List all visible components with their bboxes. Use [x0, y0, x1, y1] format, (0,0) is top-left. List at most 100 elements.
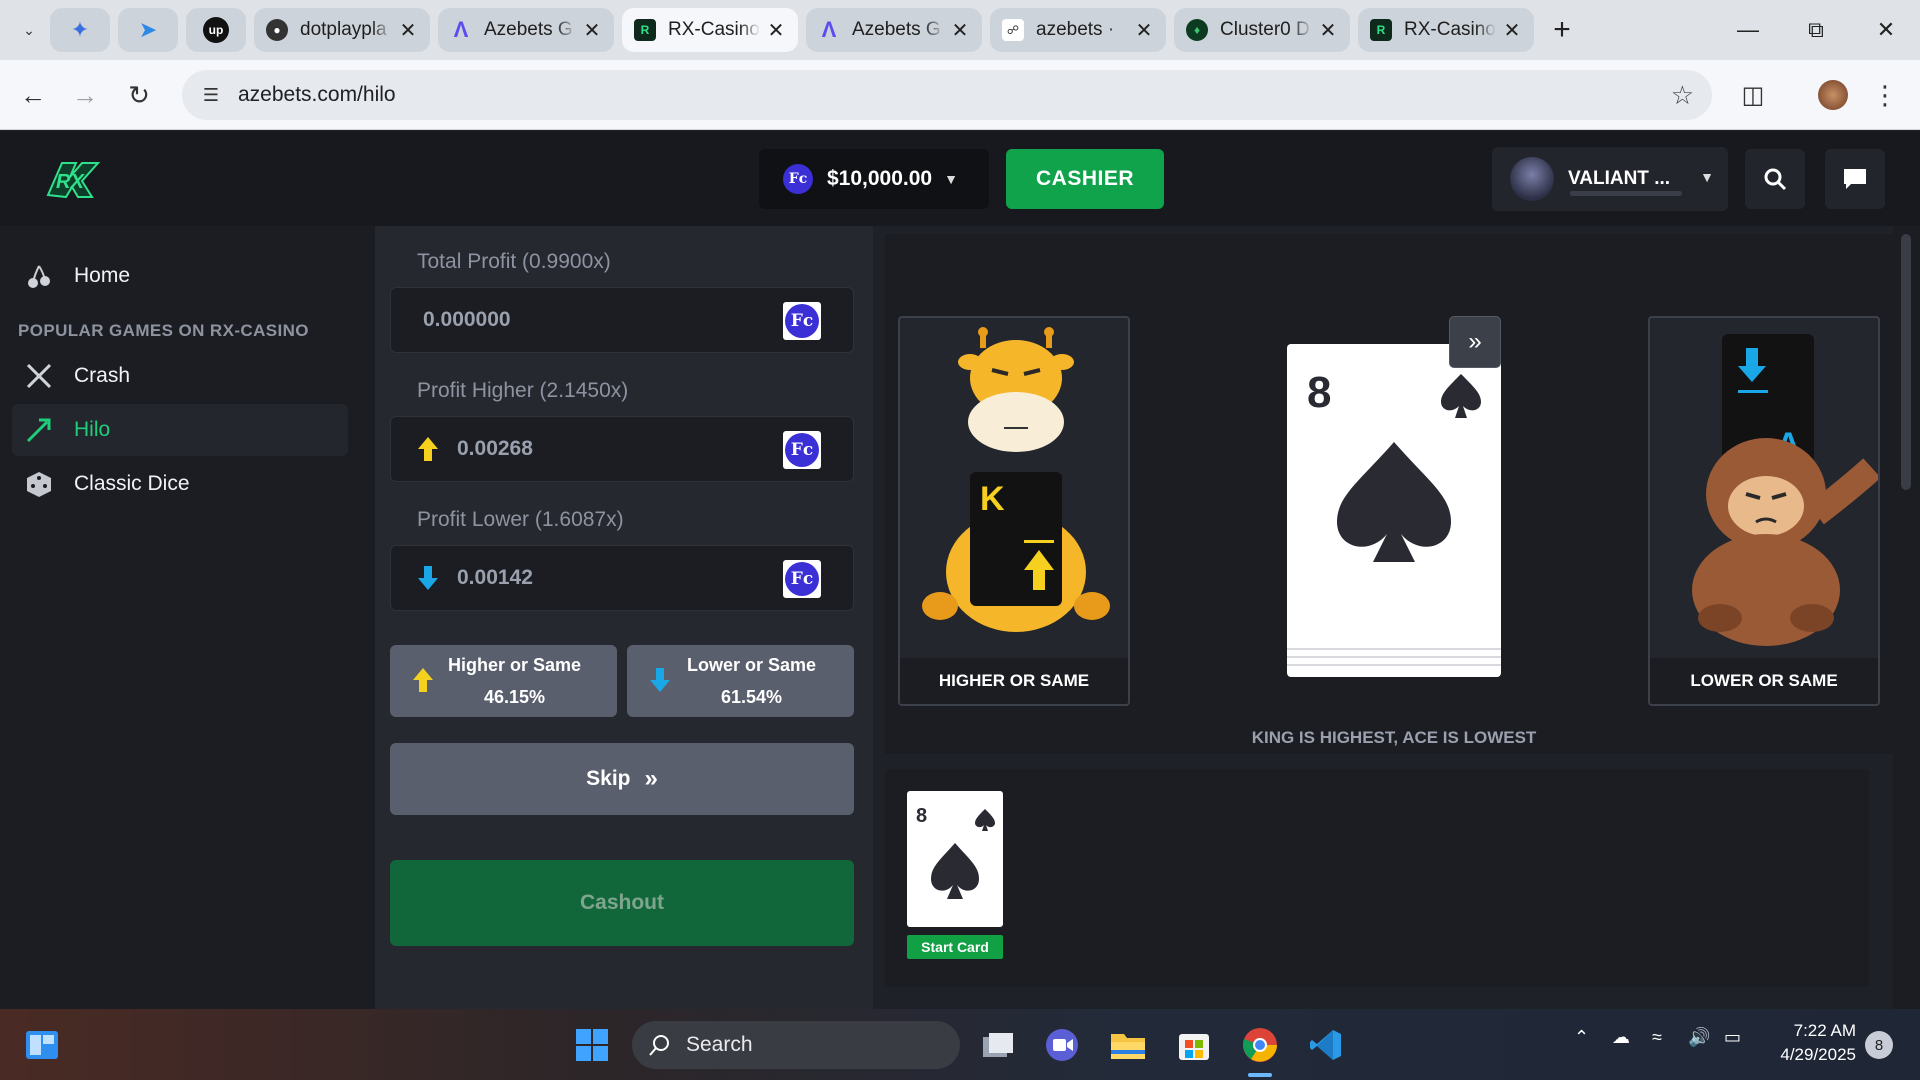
- sidebar: Home POPULAR GAMES ON RX-CASINO Crash Hi…: [0, 226, 375, 1009]
- tab-gemini[interactable]: ✦: [50, 8, 110, 52]
- close-tab-icon[interactable]: ✕: [1502, 18, 1522, 43]
- higher-or-same-button[interactable]: Higher or Same 46.15%: [390, 645, 617, 717]
- tab-azebets-3[interactable]: ☍ azebets · ✕: [990, 8, 1166, 52]
- sidebar-item-crash[interactable]: Crash: [12, 350, 348, 402]
- vscode-icon[interactable]: [1304, 1023, 1348, 1067]
- profit-higher-field: 0.00268 Fc: [390, 416, 854, 482]
- minimize-button[interactable]: —: [1714, 0, 1782, 60]
- skip-button[interactable]: Skip »: [390, 743, 854, 815]
- sidebar-item-label: Home: [74, 264, 131, 287]
- azebets-icon: Λ: [821, 17, 837, 42]
- show-hidden-icons-icon[interactable]: ⌃: [1574, 1027, 1589, 1048]
- clock[interactable]: 7:22 AM 4/29/2025: [1770, 1019, 1856, 1067]
- skip-label: Skip: [586, 767, 631, 790]
- spade-suit-icon: [931, 809, 995, 899]
- tab-search-chevron-icon[interactable]: ⌄: [16, 17, 42, 43]
- close-window-button[interactable]: ✕: [1852, 0, 1920, 60]
- clock-time: 7:22 AM: [1793, 1021, 1856, 1040]
- cherries-icon: [24, 261, 54, 291]
- tab-bird[interactable]: ➤: [118, 8, 178, 52]
- scrollbar-thumb[interactable]: [1901, 234, 1911, 490]
- chat-icon: [1844, 169, 1866, 189]
- sidebar-item-hilo[interactable]: Hilo: [12, 404, 348, 456]
- clock-date: 4/29/2025: [1780, 1045, 1856, 1064]
- tab-mongodb[interactable]: ♦ Cluster0 D ✕: [1174, 8, 1350, 52]
- windows-start-icon[interactable]: [570, 1023, 614, 1067]
- active-app-indicator: [1248, 1073, 1272, 1077]
- browser-tab-strip: ⌄ ✦ ➤ up ● dotplaypla ✕ Λ Azebets G ✕ R …: [0, 0, 1920, 60]
- browser-menu-icon[interactable]: ⋮: [1866, 76, 1904, 114]
- upwork-icon: up: [203, 17, 229, 43]
- task-view-icon[interactable]: [976, 1023, 1020, 1067]
- tab-upwork[interactable]: up: [186, 8, 246, 52]
- balance-selector[interactable]: Fc $10,000.00 ▼: [759, 149, 989, 209]
- history-card: 8: [907, 791, 1003, 927]
- tab-title: Azebets G: [852, 19, 941, 40]
- sidebar-item-classic-dice[interactable]: Classic Dice: [12, 458, 348, 510]
- svg-text:K: K: [980, 480, 1005, 518]
- windows-taskbar: Search ⌃ ☁ ≈ 🔊 ▭ 7:22 AM 4/29/2025 8: [0, 1009, 1920, 1080]
- chat-button[interactable]: [1825, 149, 1885, 209]
- skip-card-button[interactable]: »: [1449, 316, 1501, 368]
- search-icon: [1764, 168, 1787, 191]
- file-explorer-icon[interactable]: [1106, 1023, 1150, 1067]
- chrome-icon[interactable]: [1238, 1023, 1282, 1077]
- volume-icon[interactable]: 🔊: [1688, 1027, 1710, 1048]
- chevron-down-icon: ▼: [944, 171, 958, 187]
- close-tab-icon[interactable]: ✕: [1318, 18, 1338, 43]
- extensions-icon[interactable]: ◫: [1734, 76, 1772, 114]
- restore-button[interactable]: ⧉: [1782, 0, 1850, 60]
- taskbar-search[interactable]: Search: [632, 1021, 960, 1069]
- section-title: POPULAR GAMES ON RX-CASINO: [18, 321, 309, 340]
- tab-azebets-1[interactable]: Λ Azebets G ✕: [438, 8, 614, 52]
- lower-or-same-button[interactable]: Lower or Same 61.54%: [627, 645, 854, 717]
- mongodb-icon: ♦: [1186, 19, 1208, 41]
- arrow-down-icon: [418, 566, 438, 590]
- site-settings-icon[interactable]: ☰: [194, 78, 228, 112]
- total-profit-field: 0.000000 Fc: [390, 287, 854, 353]
- sidebar-item-home[interactable]: Home: [12, 250, 348, 302]
- current-card: 8: [1287, 344, 1501, 677]
- omnibox[interactable]: ☰ azebets.com/hilo ☆: [182, 70, 1712, 120]
- user-menu[interactable]: VALIANT ... ▼: [1492, 147, 1728, 211]
- close-tab-icon[interactable]: ✕: [582, 18, 602, 43]
- cashout-button[interactable]: Cashout: [390, 860, 854, 946]
- url-text[interactable]: azebets.com/hilo: [238, 83, 396, 107]
- search-button[interactable]: [1745, 149, 1805, 209]
- profile-avatar[interactable]: [1814, 76, 1852, 114]
- hilo-game-area: K HIGHER OR SAME 8 » KING IS HIGHEST, AC…: [873, 226, 1893, 1009]
- cashier-button[interactable]: CASHIER: [1006, 149, 1164, 209]
- reload-button[interactable]: ↻: [120, 76, 158, 114]
- giraffe-mascot-icon: K: [922, 327, 1110, 632]
- bookmark-star-icon[interactable]: ☆: [1671, 80, 1694, 111]
- lower-or-same-card[interactable]: A LOWER OR SAME: [1648, 316, 1880, 706]
- microsoft-store-icon[interactable]: [1172, 1023, 1216, 1067]
- link-icon: ☍: [1002, 19, 1024, 41]
- tab-rx-casino-active[interactable]: R RX-Casino ✕: [622, 8, 798, 52]
- page-scrollbar[interactable]: [1893, 226, 1920, 1009]
- profit-lower-value: 0.00142: [457, 566, 533, 589]
- onedrive-icon[interactable]: ☁: [1612, 1027, 1630, 1048]
- wifi-icon[interactable]: ≈: [1652, 1027, 1662, 1048]
- higher-or-same-card[interactable]: K HIGHER OR SAME: [898, 316, 1130, 706]
- rx-logo[interactable]: RX: [42, 155, 104, 205]
- battery-icon[interactable]: ▭: [1724, 1027, 1741, 1048]
- site-header: RX Fc $10,000.00 ▼ CASHIER VALIANT ... ▼: [0, 131, 1920, 226]
- address-bar: ← → ↻ ☰ azebets.com/hilo ☆ ◫ ⋮: [0, 60, 1920, 130]
- close-tab-icon[interactable]: ✕: [398, 18, 418, 43]
- tab-github[interactable]: ● dotplaypla ✕: [254, 8, 430, 52]
- fc-currency-icon: Fc: [783, 164, 813, 194]
- forward-button[interactable]: →: [66, 76, 104, 114]
- tab-rx-casino-2[interactable]: R RX-Casino ✕: [1358, 8, 1534, 52]
- widgets-icon[interactable]: [20, 1023, 64, 1067]
- meet-icon[interactable]: [1040, 1023, 1084, 1067]
- rx-icon: R: [1370, 19, 1392, 41]
- close-tab-icon[interactable]: ✕: [950, 18, 970, 43]
- notification-badge[interactable]: 8: [1865, 1031, 1893, 1059]
- dice-icon: [24, 469, 54, 499]
- new-tab-button[interactable]: +: [1542, 10, 1582, 50]
- close-tab-icon[interactable]: ✕: [766, 18, 786, 43]
- close-tab-icon[interactable]: ✕: [1134, 18, 1154, 43]
- back-button[interactable]: ←: [14, 76, 52, 114]
- tab-azebets-2[interactable]: Λ Azebets G ✕: [806, 8, 982, 52]
